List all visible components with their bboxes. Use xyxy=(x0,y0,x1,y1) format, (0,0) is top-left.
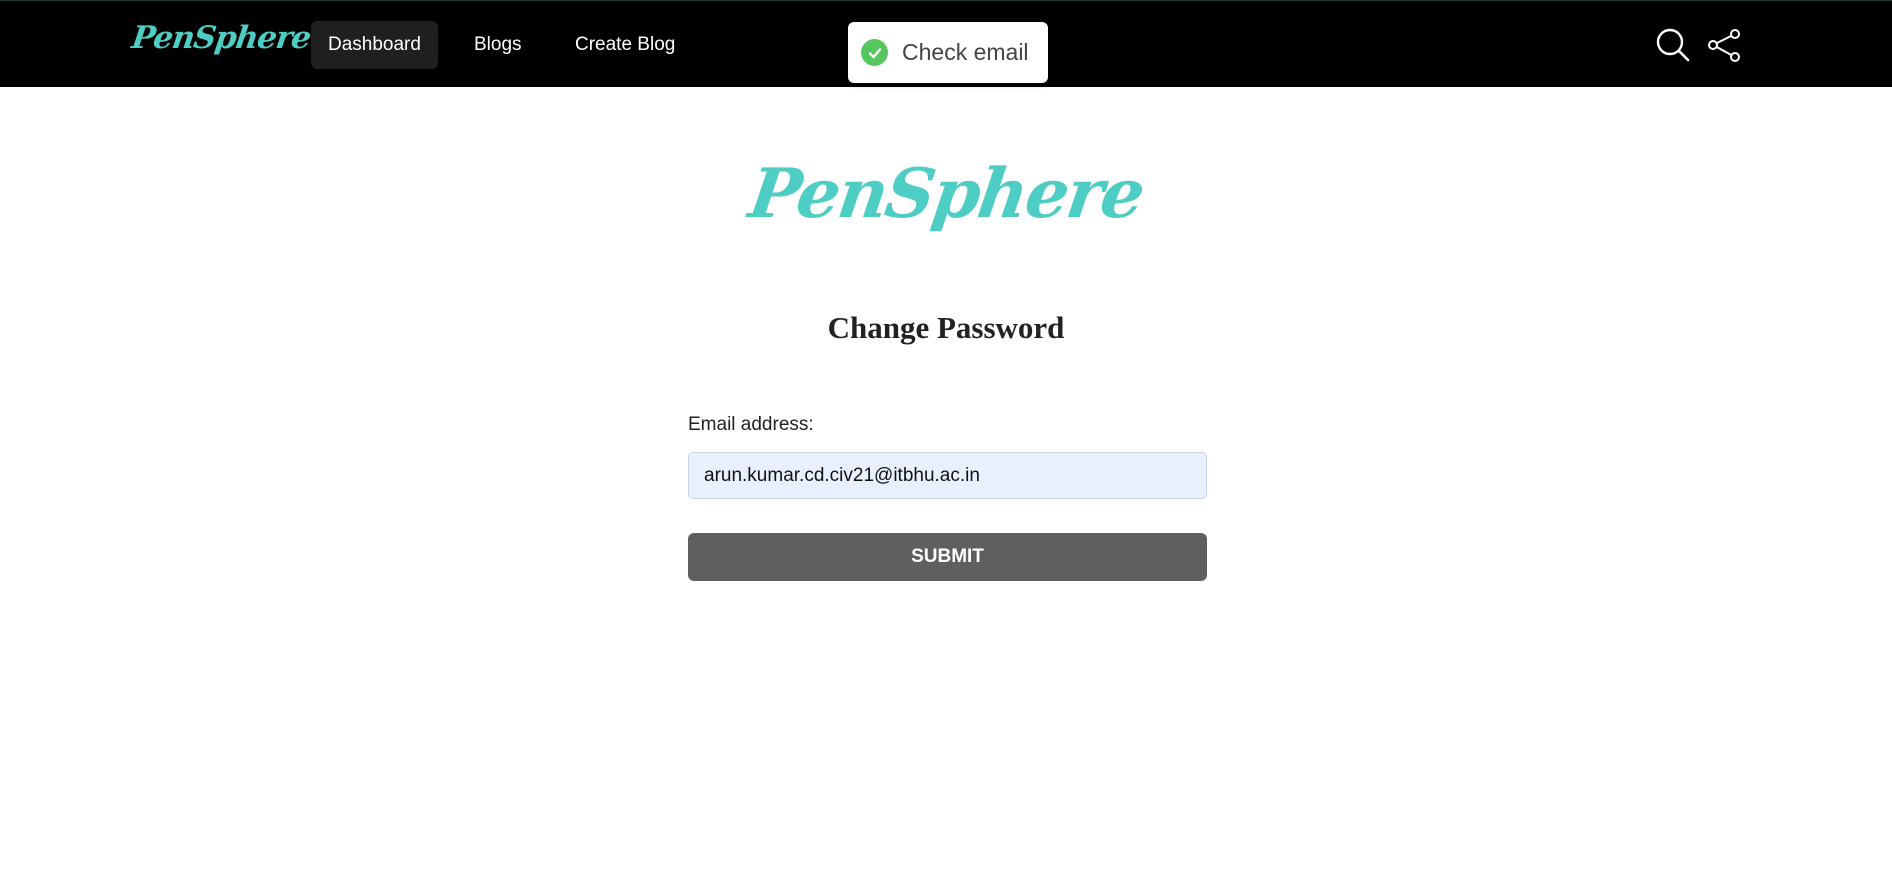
submit-button[interactable]: SUBMIT xyxy=(688,533,1207,581)
search-icon[interactable] xyxy=(1655,27,1691,63)
navbar-logo[interactable]: PenSphere xyxy=(130,20,313,56)
share-icon[interactable] xyxy=(1706,27,1742,63)
hero-logo: PenSphere xyxy=(0,154,1892,234)
hero-logo-text: PenSphere xyxy=(744,154,1148,234)
toast-message: Check email xyxy=(902,39,1029,65)
check-circle-icon xyxy=(861,39,888,66)
email-field[interactable] xyxy=(688,452,1207,499)
nav-link-dashboard[interactable]: Dashboard xyxy=(311,21,438,69)
success-toast: Check email xyxy=(848,22,1048,83)
nav-link-create-blog[interactable]: Create Blog xyxy=(558,21,692,69)
page-title: Change Password xyxy=(827,310,1065,345)
email-label: Email address: xyxy=(688,414,814,435)
nav-link-blogs[interactable]: Blogs xyxy=(457,21,539,69)
